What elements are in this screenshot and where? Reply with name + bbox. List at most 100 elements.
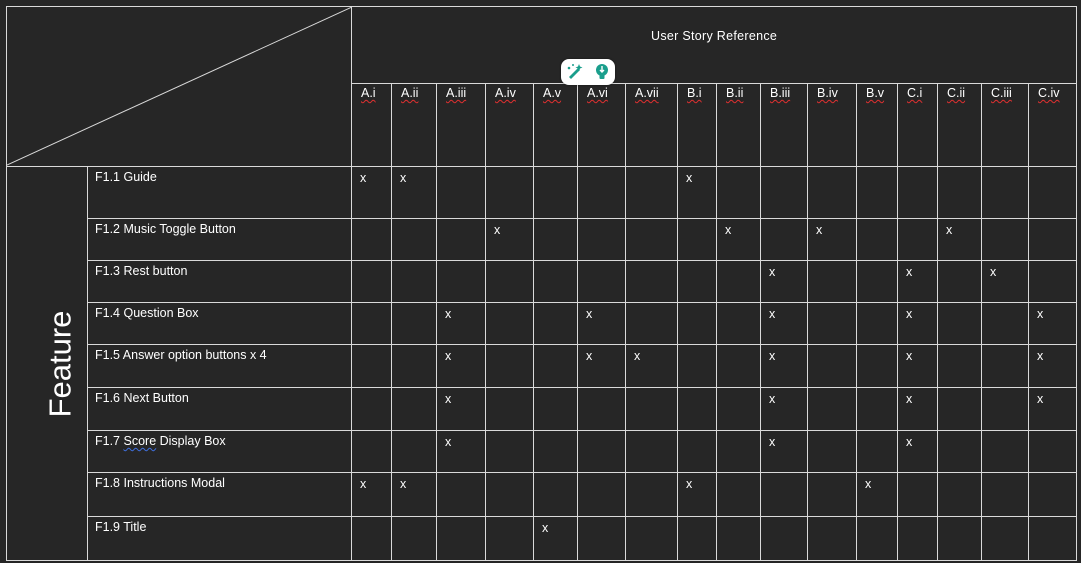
mapping-cell[interactable] bbox=[485, 166, 534, 219]
mapping-cell[interactable]: x bbox=[760, 260, 808, 303]
mapping-cell[interactable] bbox=[625, 218, 678, 261]
mapping-cell[interactable] bbox=[807, 516, 857, 561]
mapping-cell[interactable]: x bbox=[577, 344, 626, 388]
rewrite-sparkle-icon[interactable] bbox=[565, 62, 585, 82]
mapping-cell[interactable] bbox=[856, 166, 898, 219]
feature-name-cell[interactable]: F1.7 Score Display Box bbox=[87, 430, 352, 473]
mapping-cell[interactable]: x bbox=[897, 344, 938, 388]
mapping-cell[interactable] bbox=[436, 260, 486, 303]
mapping-cell[interactable] bbox=[981, 166, 1029, 219]
mapping-cell[interactable]: x bbox=[937, 218, 982, 261]
mapping-cell[interactable] bbox=[391, 430, 437, 473]
mapping-cell[interactable] bbox=[436, 472, 486, 517]
mapping-cell[interactable] bbox=[937, 430, 982, 473]
mapping-cell[interactable]: x bbox=[436, 302, 486, 345]
feature-name-cell[interactable]: F1.5 Answer option buttons x 4 bbox=[87, 344, 352, 388]
mapping-cell[interactable] bbox=[807, 166, 857, 219]
mapping-cell[interactable] bbox=[485, 344, 534, 388]
mapping-cell[interactable] bbox=[577, 472, 626, 517]
mapping-cell[interactable] bbox=[533, 387, 578, 431]
mapping-cell[interactable] bbox=[677, 302, 717, 345]
mapping-cell[interactable]: x bbox=[760, 344, 808, 388]
mapping-cell[interactable] bbox=[485, 516, 534, 561]
mapping-cell[interactable] bbox=[677, 387, 717, 431]
mapping-cell[interactable] bbox=[856, 387, 898, 431]
mapping-cell[interactable] bbox=[625, 430, 678, 473]
mapping-cell[interactable] bbox=[760, 472, 808, 517]
mapping-cell[interactable]: x bbox=[897, 302, 938, 345]
mapping-cell[interactable]: x bbox=[760, 302, 808, 345]
mapping-cell[interactable] bbox=[716, 344, 761, 388]
mapping-cell[interactable] bbox=[981, 430, 1029, 473]
mapping-cell[interactable] bbox=[677, 516, 717, 561]
mapping-cell[interactable] bbox=[351, 516, 392, 561]
mapping-cell[interactable]: x bbox=[760, 387, 808, 431]
mapping-cell[interactable] bbox=[937, 344, 982, 388]
mapping-cell[interactable] bbox=[533, 430, 578, 473]
mapping-cell[interactable]: x bbox=[897, 260, 938, 303]
feature-name-cell[interactable]: F1.1 Guide bbox=[87, 166, 352, 219]
mapping-cell[interactable] bbox=[1027, 218, 1078, 261]
mapping-cell[interactable] bbox=[436, 218, 486, 261]
mapping-cell[interactable] bbox=[577, 516, 626, 561]
mapping-cell[interactable] bbox=[807, 430, 857, 473]
mapping-cell[interactable] bbox=[716, 472, 761, 517]
mapping-cell[interactable] bbox=[533, 166, 578, 219]
mapping-cell[interactable] bbox=[351, 430, 392, 473]
mapping-cell[interactable] bbox=[1027, 430, 1078, 473]
mapping-cell[interactable] bbox=[716, 302, 761, 345]
mapping-cell[interactable] bbox=[937, 302, 982, 345]
mapping-cell[interactable]: x bbox=[436, 344, 486, 388]
mapping-cell[interactable] bbox=[391, 516, 437, 561]
mapping-cell[interactable] bbox=[436, 166, 486, 219]
mapping-cell[interactable] bbox=[716, 166, 761, 219]
mapping-cell[interactable] bbox=[807, 344, 857, 388]
mapping-cell[interactable]: x bbox=[391, 472, 437, 517]
mapping-cell[interactable]: x bbox=[351, 166, 392, 219]
feature-name-cell[interactable]: F1.8 Instructions Modal bbox=[87, 472, 352, 517]
mapping-cell[interactable] bbox=[981, 344, 1029, 388]
mapping-cell[interactable] bbox=[577, 430, 626, 473]
mapping-cell[interactable] bbox=[533, 344, 578, 388]
mapping-cell[interactable] bbox=[856, 218, 898, 261]
mapping-cell[interactable] bbox=[937, 472, 982, 517]
mapping-cell[interactable]: x bbox=[391, 166, 437, 219]
mapping-cell[interactable] bbox=[533, 218, 578, 261]
mapping-cell[interactable]: x bbox=[760, 430, 808, 473]
mapping-cell[interactable]: x bbox=[807, 218, 857, 261]
mapping-cell[interactable] bbox=[760, 166, 808, 219]
mapping-cell[interactable] bbox=[485, 430, 534, 473]
mapping-cell[interactable]: x bbox=[625, 344, 678, 388]
mapping-cell[interactable] bbox=[577, 260, 626, 303]
mapping-cell[interactable] bbox=[807, 387, 857, 431]
mapping-cell[interactable]: x bbox=[716, 218, 761, 261]
lightbulb-icon[interactable] bbox=[592, 62, 612, 82]
mapping-cell[interactable] bbox=[485, 302, 534, 345]
mapping-cell[interactable] bbox=[485, 387, 534, 431]
mapping-cell[interactable]: x bbox=[856, 472, 898, 517]
mapping-cell[interactable] bbox=[351, 260, 392, 303]
mapping-cell[interactable] bbox=[577, 218, 626, 261]
mapping-cell[interactable] bbox=[760, 516, 808, 561]
mapping-cell[interactable] bbox=[807, 472, 857, 517]
mapping-cell[interactable] bbox=[677, 430, 717, 473]
mapping-cell[interactable] bbox=[856, 260, 898, 303]
mapping-cell[interactable]: x bbox=[436, 430, 486, 473]
mapping-cell[interactable]: x bbox=[897, 430, 938, 473]
mapping-cell[interactable] bbox=[577, 387, 626, 431]
feature-name-cell[interactable]: F1.4 Question Box bbox=[87, 302, 352, 345]
mapping-cell[interactable] bbox=[391, 218, 437, 261]
mapping-cell[interactable] bbox=[577, 166, 626, 219]
mapping-cell[interactable] bbox=[897, 516, 938, 561]
mapping-cell[interactable]: x bbox=[351, 472, 392, 517]
mapping-cell[interactable]: x bbox=[577, 302, 626, 345]
mapping-cell[interactable] bbox=[856, 430, 898, 473]
mapping-cell[interactable]: x bbox=[533, 516, 578, 561]
mapping-cell[interactable] bbox=[351, 218, 392, 261]
mapping-cell[interactable] bbox=[1027, 472, 1078, 517]
mapping-cell[interactable]: x bbox=[1027, 344, 1078, 388]
mapping-cell[interactable]: x bbox=[981, 260, 1029, 303]
mapping-cell[interactable] bbox=[807, 302, 857, 345]
mapping-cell[interactable] bbox=[716, 516, 761, 561]
mapping-cell[interactable] bbox=[533, 472, 578, 517]
